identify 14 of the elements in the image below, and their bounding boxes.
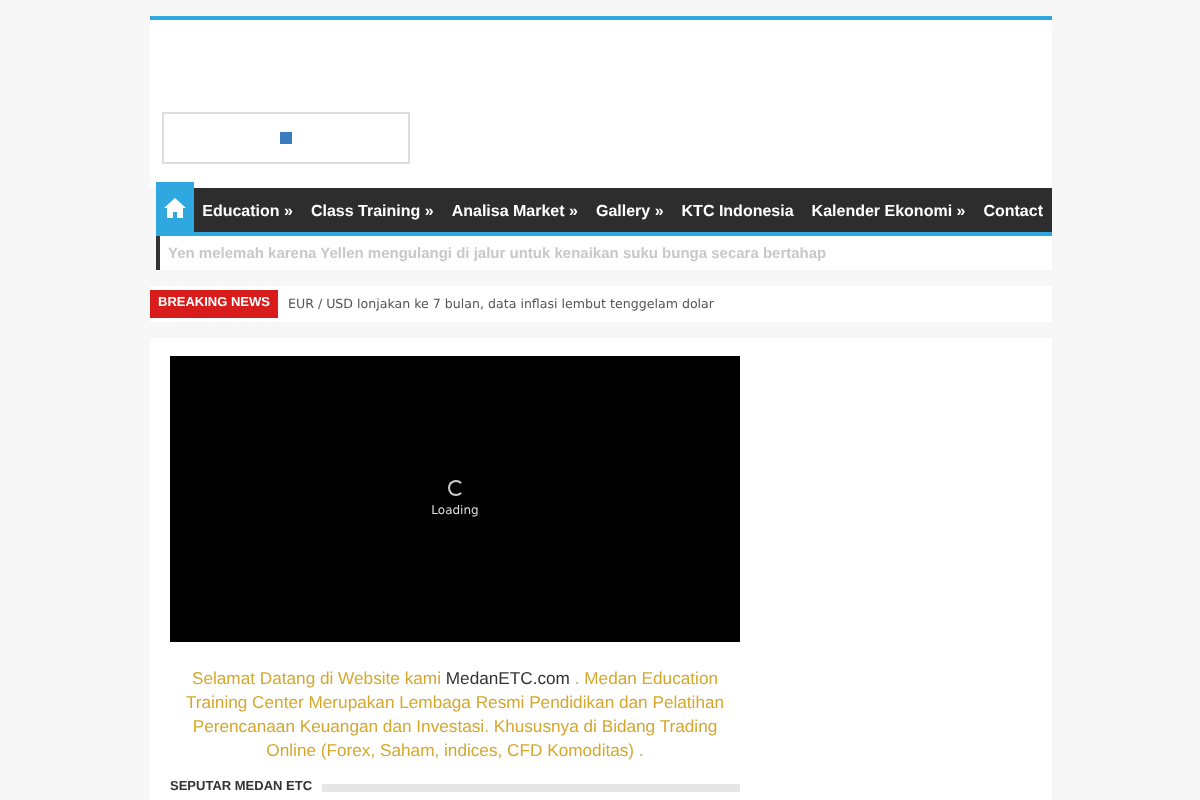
spinner-icon (447, 480, 463, 496)
nav-item[interactable]: KTC Indonesia (672, 188, 803, 232)
nav-item[interactable]: Analisa Market » (442, 188, 587, 232)
home-icon (163, 197, 186, 217)
nav-item[interactable]: Kalender Ekonomi » (802, 188, 975, 232)
site-link[interactable]: MedanETC.com (445, 668, 570, 688)
home-button[interactable] (156, 182, 194, 232)
nav-item[interactable]: Gallery » (586, 188, 673, 232)
nav-item[interactable]: Education » (193, 188, 302, 232)
image-icon (280, 132, 292, 144)
logo-placeholder[interactable] (162, 112, 410, 164)
nav-item[interactable]: Contact (974, 188, 1052, 232)
intro-paragraph: Selamat Datang di Website kami MedanETC.com . Medan Education Training Center Merupakan Lembaga Resmi Pendidikan dan Pelatihan Perencanaan Keuangan dan Investasi. Khususnya di Bidang Trading Online (Forex, Saham, indices, CFD Komoditas) . (183, 666, 727, 762)
nav-item[interactable]: Class Training » (301, 188, 443, 232)
